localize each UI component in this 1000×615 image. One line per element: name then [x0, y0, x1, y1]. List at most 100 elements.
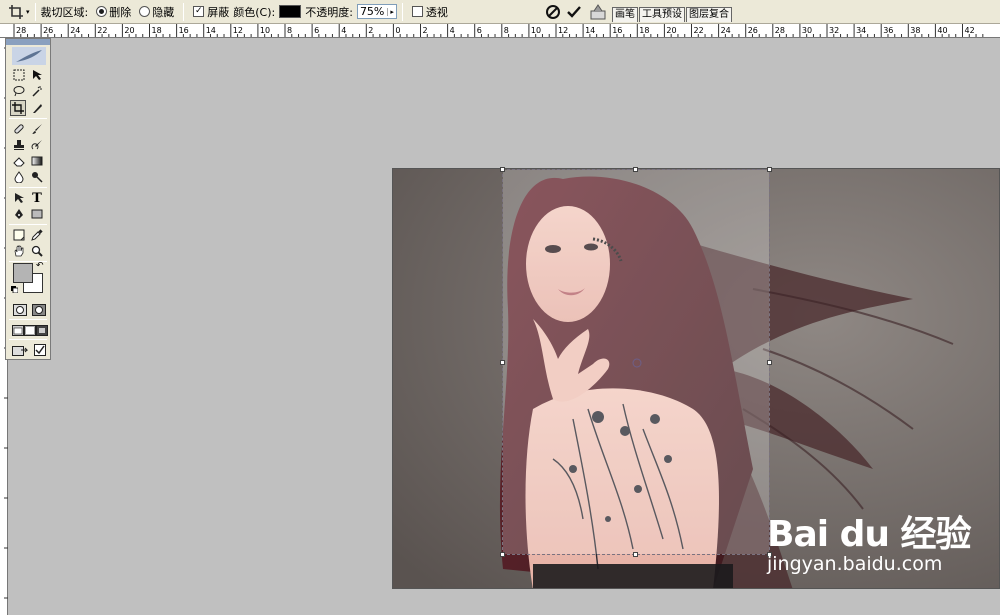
history-brush-tool-icon[interactable] [29, 137, 45, 153]
ruler-label: 8 [287, 26, 292, 35]
crop-tool-icon[interactable] [10, 100, 26, 116]
crop-area-label: 裁切区域: [40, 5, 89, 19]
cancel-crop-icon[interactable] [544, 3, 562, 21]
foreground-color-swatch[interactable] [13, 263, 33, 283]
ruler-label: 42 [965, 26, 975, 35]
color-label: 颜色(C): [233, 5, 276, 19]
lasso-tool-icon[interactable] [11, 83, 27, 99]
toolbox-title-bar[interactable] [6, 39, 50, 45]
ruler-label: 10 [531, 26, 541, 35]
crop-selection[interactable] [502, 169, 770, 555]
hand-tool-icon[interactable] [11, 243, 27, 259]
delete-radio[interactable] [96, 6, 108, 17]
ruler-label: 22 [694, 26, 704, 35]
hide-radio[interactable] [139, 6, 151, 17]
crop-handle-bottom-left[interactable] [500, 552, 505, 557]
crop-handle-left[interactable] [500, 360, 505, 365]
slice-tool-icon[interactable] [29, 100, 45, 116]
path-selection-tool-icon[interactable] [11, 190, 27, 206]
blur-tool-icon[interactable] [11, 169, 27, 185]
perspective-checkbox[interactable] [411, 6, 423, 17]
shield-label[interactable]: 屏蔽 [207, 4, 229, 20]
eyedropper-tool-icon[interactable] [29, 227, 45, 243]
options-bar: ▾ 裁切区域: 删除 隐藏 ✓ 屏蔽 颜色(C): 不透明度: 75% ▸ 透视… [0, 0, 1000, 24]
gradient-tool-icon[interactable] [29, 153, 45, 169]
ruler-label: 26 [43, 26, 53, 35]
magic-wand-tool-icon[interactable] [29, 83, 45, 99]
zoom-tool-icon[interactable] [29, 243, 45, 259]
feather-logo-icon[interactable] [12, 47, 46, 65]
separator [183, 2, 185, 21]
opacity-value[interactable]: 75% [360, 5, 384, 18]
quick-mask-mode-icon[interactable] [30, 302, 47, 318]
toolbox-separator [9, 319, 47, 320]
healing-brush-tool-icon[interactable] [11, 121, 27, 137]
ruler-label: 0 [395, 26, 400, 35]
marquee-tool-icon[interactable] [11, 67, 27, 83]
ruler-label: 4 [341, 26, 346, 35]
ruler-label: 22 [97, 26, 107, 35]
ruler-label: 28 [775, 26, 785, 35]
perspective-label[interactable]: 透视 [426, 4, 448, 20]
imageready-check-icon[interactable] [32, 342, 48, 358]
ruler-label: 40 [937, 26, 947, 35]
standard-mode-icon[interactable] [11, 302, 28, 318]
toolbox-separator [9, 187, 47, 188]
full-screen-mode-icon[interactable] [34, 322, 50, 338]
shape-tool-icon[interactable] [29, 206, 45, 222]
jump-to-imageready-icon[interactable] [11, 342, 29, 358]
crop-handle-bottom[interactable] [633, 552, 638, 557]
notes-tool-icon[interactable] [11, 227, 27, 243]
ruler-label: 14 [585, 26, 595, 35]
move-tool-icon[interactable] [29, 67, 45, 83]
ruler-label: 24 [721, 26, 731, 35]
opacity-arrow-icon[interactable]: ▸ [387, 7, 394, 16]
clone-stamp-tool-icon[interactable] [11, 137, 27, 153]
crop-tool-preset-icon[interactable] [8, 4, 24, 20]
ruler-label: 30 [802, 26, 812, 35]
crop-handle-top-left[interactable] [500, 167, 505, 172]
crop-handle-right[interactable] [767, 360, 772, 365]
ruler-label: 12 [233, 26, 243, 35]
ruler-label: 32 [829, 26, 839, 35]
horizontal-ruler[interactable]: 28 26 24 22 20 18 16 14 12 10 8 6 4 2 0 2 4 6 8 10 12 14 16 18 2… [0, 24, 1000, 38]
palette-well: 画笔 工具预设 图层复合 [612, 7, 733, 22]
ruler-label: 8 [504, 26, 509, 35]
default-colors-icon[interactable] [11, 286, 18, 293]
toolbox-separator [9, 118, 47, 119]
toolbox: T ↶ [5, 38, 51, 360]
ruler-ticks: 28 26 24 22 20 18 16 14 12 10 8 6 4 2 0 2 4 6 8 10 12 14 16 18 2… [13, 24, 984, 37]
ruler-label: 14 [206, 26, 216, 35]
opacity-label: 不透明度: [305, 5, 353, 19]
shield-checkbox[interactable]: ✓ [193, 6, 205, 17]
palette-tab-brushes[interactable]: 画笔 [612, 7, 638, 22]
dodge-tool-icon[interactable] [29, 169, 45, 185]
palette-tab-tool-presets[interactable]: 工具预设 [639, 7, 685, 22]
hide-label[interactable]: 隐藏 [152, 4, 174, 20]
brush-tool-icon[interactable] [29, 121, 45, 137]
separator [401, 2, 403, 21]
crop-handle-top-right[interactable] [767, 167, 772, 172]
ruler-label: 20 [666, 26, 676, 35]
separator [34, 2, 36, 21]
ruler-label: 38 [910, 26, 920, 35]
delete-label[interactable]: 删除 [109, 4, 131, 20]
ruler-label: 36 [883, 26, 893, 35]
type-tool-icon[interactable]: T [29, 190, 45, 206]
opacity-field[interactable]: 75% ▸ [356, 4, 397, 19]
ruler-label: 16 [179, 26, 189, 35]
ruler-label: 2 [368, 26, 373, 35]
ruler-label: 18 [639, 26, 649, 35]
shield-color-swatch[interactable] [279, 5, 302, 18]
crop-handle-top[interactable] [633, 167, 638, 172]
palette-tab-layer-comps[interactable]: 图层复合 [686, 7, 732, 22]
preset-dropdown-arrow-icon[interactable]: ▾ [26, 8, 30, 16]
ruler-label: 34 [856, 26, 866, 35]
eraser-tool-icon[interactable] [11, 153, 27, 169]
ruler-label: 10 [260, 26, 270, 35]
pen-tool-icon[interactable] [11, 206, 27, 222]
palette-well-icon[interactable] [589, 3, 607, 21]
swap-colors-icon[interactable]: ↶ [36, 261, 44, 271]
ruler-label: 6 [477, 26, 482, 35]
commit-crop-icon[interactable] [565, 3, 583, 21]
